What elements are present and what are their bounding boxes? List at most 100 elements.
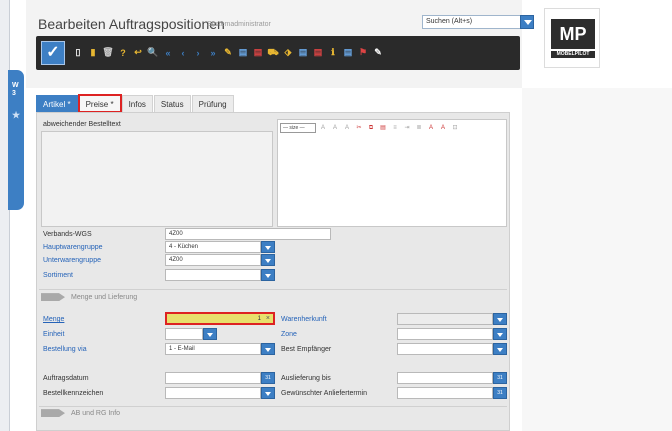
align-icon[interactable]: ≣ xyxy=(414,123,424,133)
auftragsdatum-label: Auftragsdatum xyxy=(43,375,89,382)
bestellung-via-field[interactable]: 1 - E-Mail xyxy=(165,343,261,355)
rte-toolbar: — size — A A A ✂ ⧉ ▤ ≡ ⇥ ≣ A A ⊡ xyxy=(280,122,504,134)
doc-arrow-icon[interactable]: ▤ xyxy=(342,46,354,59)
tab-status[interactable]: Status xyxy=(153,95,191,112)
unterwarengruppe-field[interactable]: 4Z00 xyxy=(165,254,261,266)
auslieferung-bis-label: Auslieferung bis xyxy=(281,375,331,382)
zone-field[interactable] xyxy=(397,328,493,340)
last-icon[interactable]: » xyxy=(207,46,219,59)
font-a-icon[interactable]: A xyxy=(318,123,328,133)
next-icon[interactable]: › xyxy=(192,46,204,59)
page-title: Bearbeiten Auftragspositionen xyxy=(38,16,225,32)
source-icon[interactable]: ⊡ xyxy=(450,123,460,133)
warenherkunft-label[interactable]: Warenherkunft xyxy=(281,316,327,323)
doc-check-icon[interactable]: ▤ xyxy=(297,46,309,59)
menge-value: 1 xyxy=(257,316,261,322)
indent-icon[interactable]: ⇥ xyxy=(402,123,412,133)
search-icon[interactable]: 🔍 xyxy=(147,46,159,59)
zone-dropdown[interactable] xyxy=(493,328,507,340)
back-icon[interactable]: ↩ xyxy=(132,46,144,59)
toolbar: ✓ ▯ ▮ 🗑? ↩ 🔍 «‹ ›» ✎ ▤ ▤ ⛟ ⬗ ▤ ▤ ℹ ▤ ⚑ ✎ xyxy=(36,36,520,70)
ab-rg-section-header[interactable]: AB und RG Info xyxy=(41,408,120,420)
clear-icon[interactable]: × xyxy=(266,314,270,323)
abweichender-label: abweichender Bestelltext xyxy=(43,121,121,128)
abweichender-textarea[interactable] xyxy=(41,131,273,227)
first-icon[interactable]: « xyxy=(162,46,174,59)
info-doc-icon[interactable]: ℹ xyxy=(327,46,339,59)
search-input[interactable]: Suchen (Alt+s) xyxy=(422,15,532,29)
font-size-select[interactable]: — size — xyxy=(280,123,316,133)
truck-icon[interactable]: ⛟ xyxy=(267,46,279,59)
sortiment-dropdown[interactable] xyxy=(261,269,275,281)
einheit-dropdown[interactable] xyxy=(203,328,217,340)
menge-section-header[interactable]: Menge und Lieferung xyxy=(41,292,137,304)
copy-icon[interactable]: ⧉ xyxy=(366,123,376,133)
warenherkunft-field[interactable] xyxy=(397,313,493,325)
unterwarengruppe-dropdown[interactable] xyxy=(261,254,275,266)
auftragsdatum-field[interactable] xyxy=(165,372,261,384)
hauptwarengruppe-field[interactable]: 4 - Küchen xyxy=(165,241,261,253)
new-doc-icon[interactable]: ▯ xyxy=(72,46,84,59)
prev-icon[interactable]: ‹ xyxy=(177,46,189,59)
paste-icon[interactable]: ▤ xyxy=(378,123,388,133)
doc-blue-icon[interactable]: ▤ xyxy=(237,46,249,59)
best-empfaenger-dropdown[interactable] xyxy=(493,343,507,355)
tab-artikel[interactable]: Artikel * xyxy=(36,95,78,112)
list-icon[interactable]: ≡ xyxy=(390,123,400,133)
moebelpilot-logo: MP MÖBELPILOT xyxy=(544,8,600,68)
logo-mark: MP xyxy=(551,19,595,49)
sortiment-label[interactable]: Sortiment xyxy=(43,272,73,279)
bestellkennzeichen-dropdown[interactable] xyxy=(261,387,275,399)
bg-a-icon[interactable]: A xyxy=(438,123,448,133)
warenherkunft-dropdown[interactable] xyxy=(493,313,507,325)
color-a-icon[interactable]: A xyxy=(426,123,436,133)
bestellkennzeichen-field[interactable] xyxy=(165,387,261,399)
collapse-arrow-icon xyxy=(41,409,65,418)
unterwarengruppe-label[interactable]: Unterwarengruppe xyxy=(43,257,101,264)
save-icon[interactable]: ▮ xyxy=(87,46,99,59)
tab-prfung[interactable]: Prüfung xyxy=(191,95,234,112)
sortiment-field[interactable] xyxy=(165,269,261,281)
calendar-icon[interactable]: 31 xyxy=(493,372,507,384)
bestellung-via-label[interactable]: Bestellung via xyxy=(43,346,87,353)
attach-icon[interactable]: ✎ xyxy=(222,46,234,59)
side-tab-label: W 3 xyxy=(12,82,19,97)
search-dropdown-button[interactable] xyxy=(520,15,534,29)
cut-icon[interactable]: ✂ xyxy=(354,123,364,133)
font-a-icon[interactable]: A xyxy=(342,123,352,133)
delete-icon[interactable]: 🗑 xyxy=(102,46,114,59)
right-blank-area xyxy=(522,88,672,431)
einheit-label[interactable]: Einheit xyxy=(43,331,64,338)
auslieferung-bis-field[interactable] xyxy=(397,372,493,384)
calendar-icon[interactable]: 31 xyxy=(261,372,275,384)
menge-section-title: Menge und Lieferung xyxy=(71,294,138,301)
einheit-field[interactable] xyxy=(165,328,203,340)
tab-preise[interactable]: Preise * xyxy=(77,94,122,113)
tab-infos[interactable]: Infos xyxy=(121,95,153,112)
verbands-wgs-field[interactable]: 4Z00 xyxy=(165,228,331,240)
font-a-icon[interactable]: A xyxy=(330,123,340,133)
gewuenschter-anliefertermin-field[interactable] xyxy=(397,387,493,399)
rich-text-editor[interactable]: — size — A A A ✂ ⧉ ▤ ≡ ⇥ ≣ A A ⊡ xyxy=(277,119,507,227)
doc-red-icon[interactable]: ▤ xyxy=(252,46,264,59)
edit-icon[interactable]: ✎ xyxy=(372,46,384,59)
hauptwarengruppe-label[interactable]: Hauptwarengruppe xyxy=(43,244,103,251)
menge-field[interactable]: 1 × xyxy=(165,312,275,325)
collapse-arrow-icon xyxy=(41,293,65,302)
confirm-button[interactable]: ✓ xyxy=(41,41,65,65)
tag-icon[interactable]: ⬗ xyxy=(282,46,294,59)
menge-label[interactable]: Menge xyxy=(43,316,64,323)
divider xyxy=(39,406,507,407)
help-icon[interactable]: ? xyxy=(117,46,129,59)
side-panel-tab[interactable]: W 3 ★ xyxy=(8,70,24,210)
flag-icon[interactable]: ⚑ xyxy=(357,46,369,59)
calendar-icon[interactable]: 31 xyxy=(493,387,507,399)
list-icon[interactable]: ▤ xyxy=(312,46,324,59)
left-rail xyxy=(0,0,10,431)
bestellung-via-dropdown[interactable] xyxy=(261,343,275,355)
logo-name: MÖBELPILOT xyxy=(551,51,595,58)
best-empfaenger-field[interactable] xyxy=(397,343,493,355)
hauptwarengruppe-dropdown[interactable] xyxy=(261,241,275,253)
best-empfaenger-label: Best Empfänger xyxy=(281,346,332,353)
zone-label[interactable]: Zone xyxy=(281,331,297,338)
